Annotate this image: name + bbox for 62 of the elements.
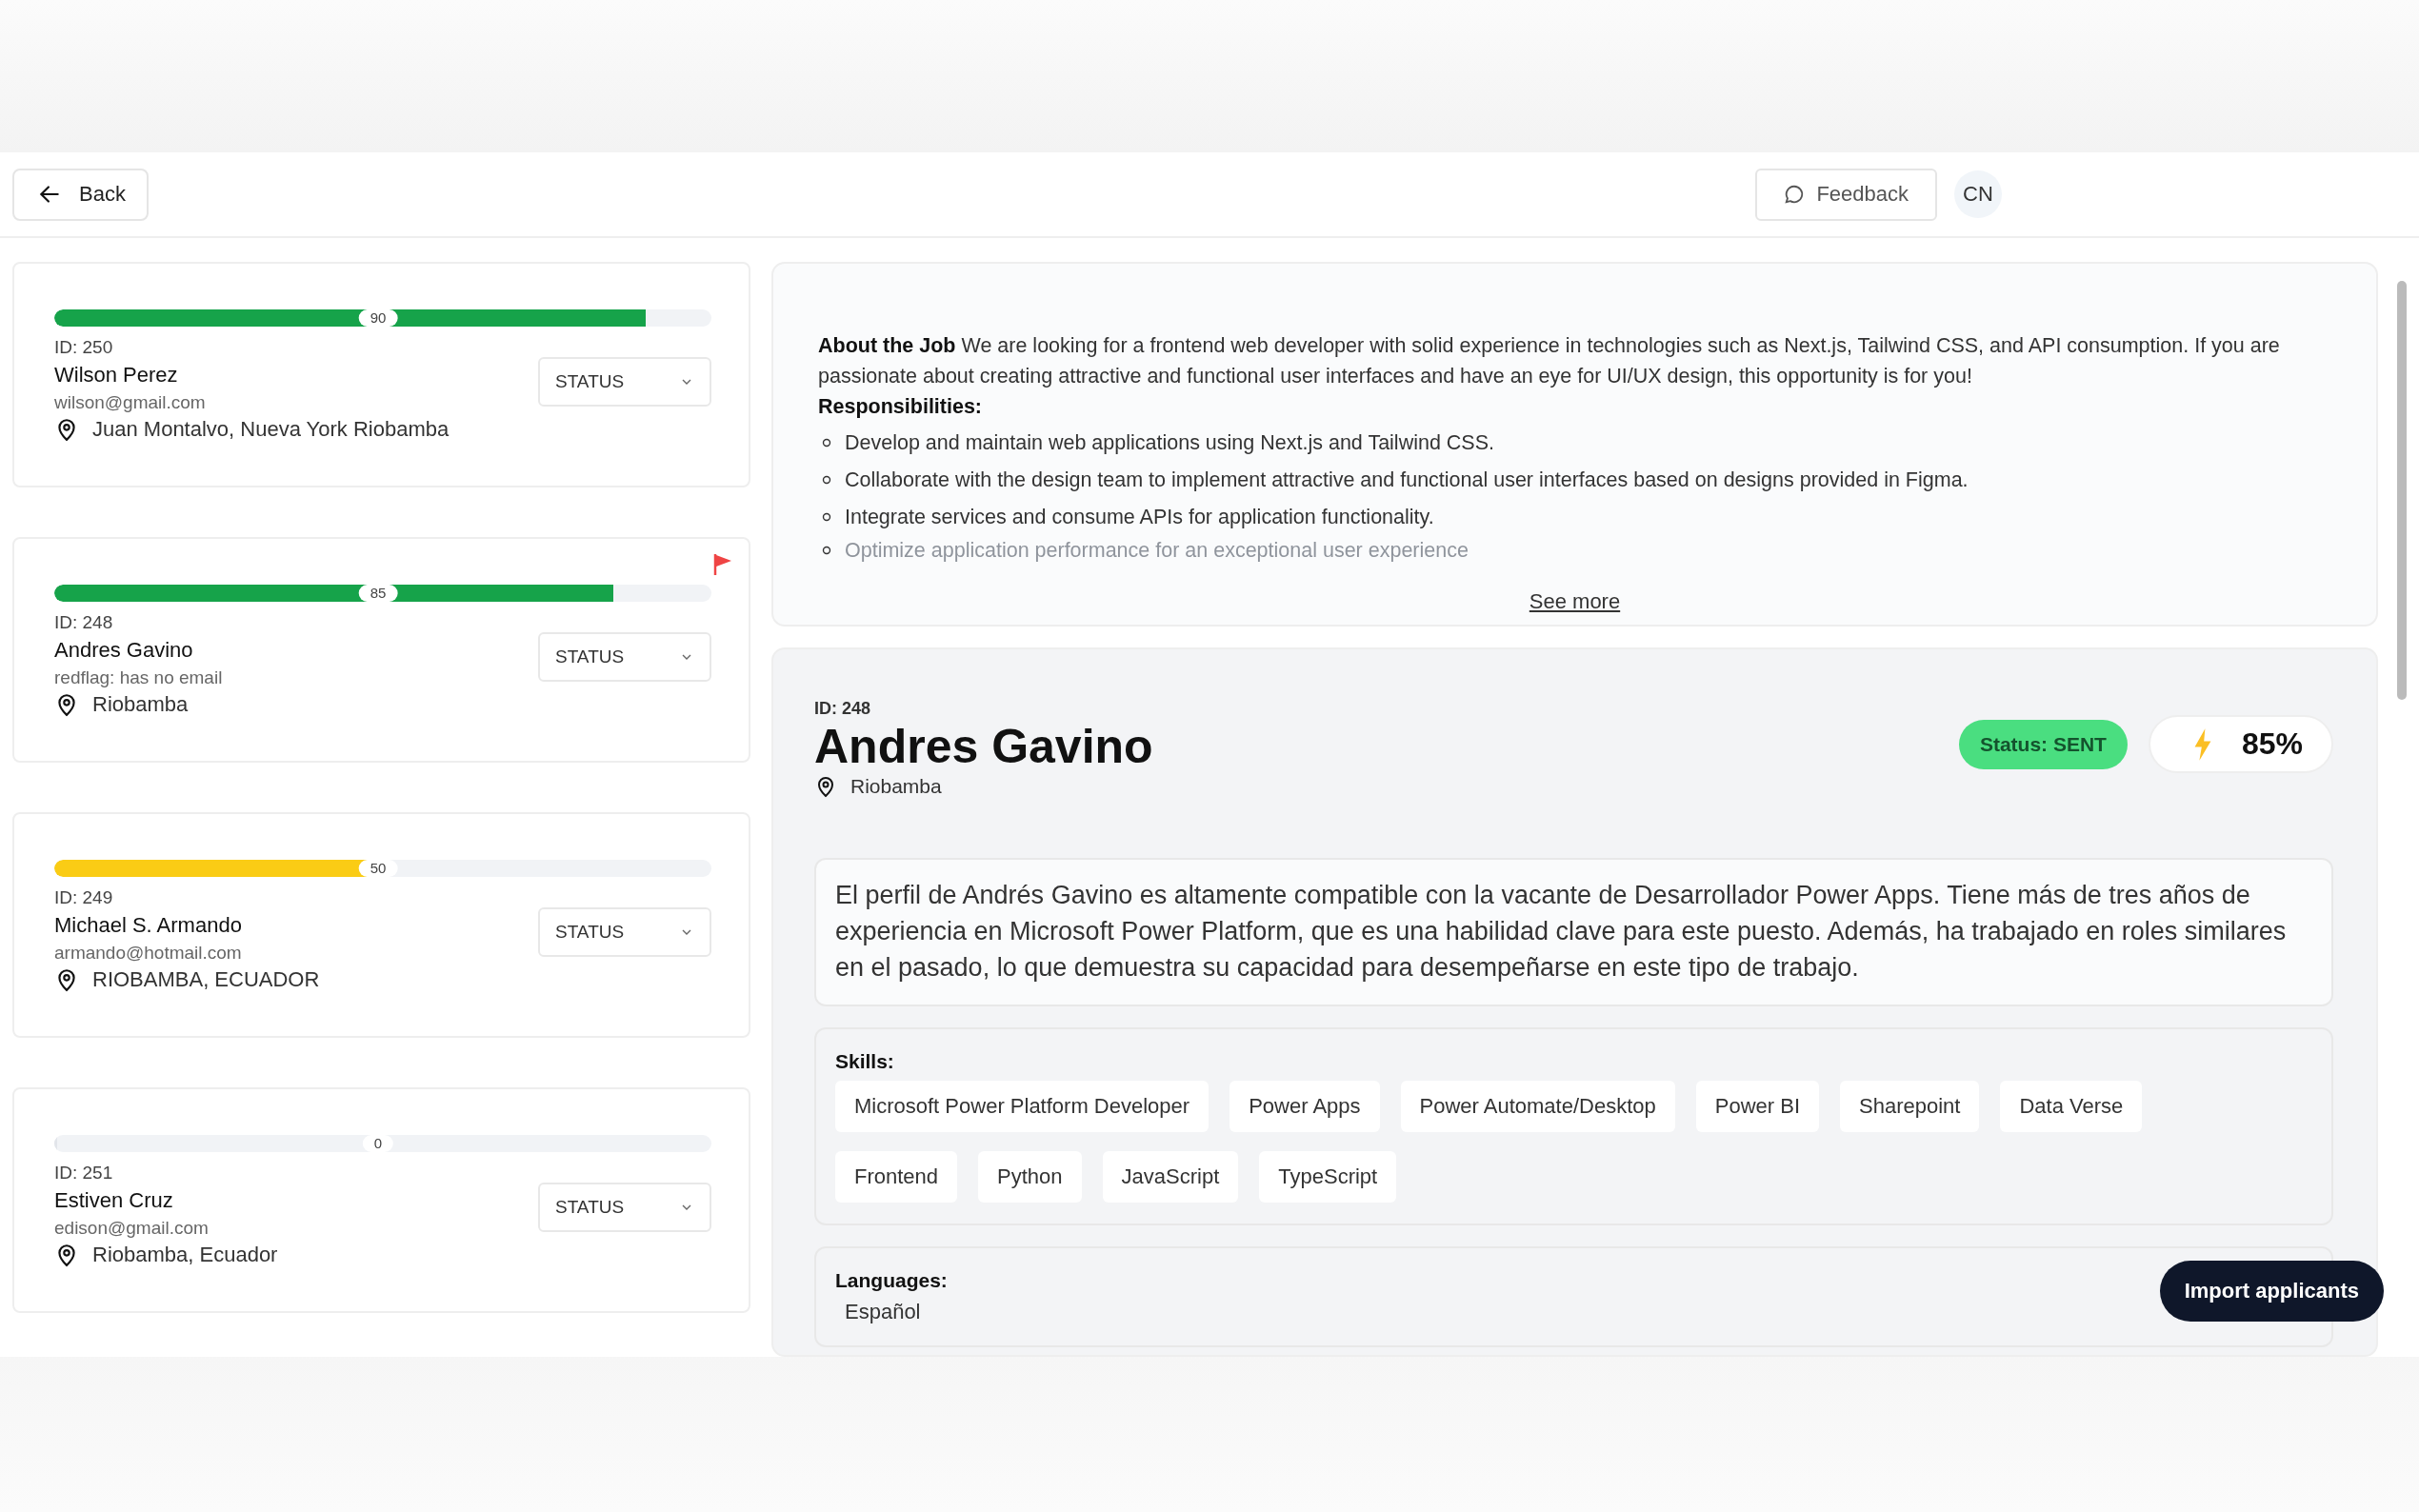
about-job-text: About the Job We are looking for a frontend web developer with solid experience in technologies such as Next.js, Tailwind CSS, and API consumption. If you are passionate about creating attractive and functional user interfaces and have an eye for UI/UX design, this opportunity is for you! — [818, 333, 2281, 389]
candidate-location: Juan Montalvo, Nueva York Riobamba — [92, 417, 450, 442]
candidate-location: RIOBAMBA, ECUADOR — [92, 967, 320, 992]
bullet-icon — [822, 475, 831, 485]
responsibilities-heading: Responsibilities: — [818, 394, 984, 420]
skill-tag: Power BI — [1695, 1081, 1820, 1133]
match-score: 85% — [2241, 726, 2303, 763]
candidate-location: Riobamba — [92, 692, 189, 717]
score-label: 0 — [362, 1135, 394, 1152]
candidate-card[interactable]: 90 ID: 250 Wilson Perez wilson@gmail.com Juan Montalvo, Nueva York Riobamba STATUS — [12, 262, 750, 487]
candidate-location: Riobamba, Ecuador — [92, 1243, 278, 1267]
bullet-icon — [822, 438, 831, 448]
skill-tag: TypeScript — [1259, 1151, 1397, 1204]
responsibility-item: Optimize application performance for an exceptional user experience — [845, 539, 1469, 562]
language-item: Español — [844, 1300, 921, 1325]
candidate-card[interactable]: 85 ID: 248 Andres Gavino redflag: has no email Riobamba STATUS — [12, 537, 750, 763]
candidate-email: armando@hotmail.com — [54, 942, 243, 965]
candidate-card[interactable]: 0 ID: 251 Estiven Cruz edison@gmail.com Riobamba, Ecuador STATUS — [12, 1087, 750, 1313]
skill-tag: Microsoft Power Platform Developer — [835, 1081, 1210, 1133]
responsibility-item: Develop and maintain web applications using Next.js and Tailwind CSS. — [845, 430, 1495, 456]
candidate-card[interactable]: 50 ID: 249 Michael S. Armando armando@hotmail.com RIOBAMBA, ECUADOR STATUS — [12, 812, 750, 1038]
candidate-summary: El perfil de Andrés Gavino es altamente compatible con la vacante de Desarrollador Power Apps. Tiene más de tres años de experiencia en Microsoft Power Platform, que es una habilidad clave para este puesto. Además, ha trabajado en roles similares en el pasado, lo que demuestra su capacidad para desempeñarse en este tipo de trabajo. — [814, 858, 2333, 1007]
candidate-email: redflag: has no email — [54, 666, 223, 689]
status-badge: Status: SENT — [1958, 719, 2128, 769]
skill-tag: Power Apps — [1229, 1081, 1380, 1133]
score-label: 50 — [358, 860, 398, 877]
status-dropdown[interactable]: STATUS — [538, 1183, 711, 1232]
status-dropdown[interactable]: STATUS — [538, 357, 711, 407]
chat-bubble-icon — [1784, 184, 1806, 205]
candidate-email: wilson@gmail.com — [54, 391, 207, 414]
candidate-email: edison@gmail.com — [54, 1217, 210, 1240]
candidate-name: Andres Gavino — [814, 719, 1153, 775]
feedback-button[interactable]: Feedback — [1755, 168, 1937, 221]
candidate-name: Wilson Perez — [54, 362, 179, 388]
skills-heading: Skills: — [835, 1050, 895, 1074]
candidate-id: ID: 248 — [54, 611, 114, 634]
user-avatar[interactable]: CN — [1954, 170, 2002, 218]
skill-tag: Sharepoint — [1840, 1081, 1980, 1133]
candidate-id: ID: 248 — [814, 699, 872, 720]
back-button[interactable]: Back — [12, 168, 149, 221]
status-dropdown[interactable]: STATUS — [538, 907, 711, 957]
responsibility-item: Collaborate with the design team to implement attractive and functional user interfaces based on designs provided in Figma. — [845, 468, 1969, 493]
score-label: 85 — [358, 585, 398, 602]
candidate-name: Michael S. Armando — [54, 912, 243, 939]
bullet-icon — [822, 512, 831, 522]
import-applicants-button[interactable]: Import applicants — [2159, 1261, 2384, 1322]
skill-tag: Data Verse — [2000, 1081, 2143, 1133]
candidate-name: Andres Gavino — [54, 637, 194, 664]
status-dropdown[interactable]: STATUS — [538, 632, 711, 682]
skill-tag: Python — [978, 1151, 1082, 1204]
responsibility-item: Integrate services and consume APIs for application functionality. — [845, 505, 1434, 530]
skill-tag: Frontend — [835, 1151, 958, 1204]
candidate-id: ID: 251 — [54, 1162, 114, 1184]
candidate-name: Estiven Cruz — [54, 1187, 174, 1214]
see-more-link[interactable]: See more — [1529, 589, 1621, 614]
bullet-icon — [822, 546, 831, 555]
candidate-location: Riobamba — [850, 775, 942, 799]
score-label: 90 — [358, 309, 398, 327]
candidate-id: ID: 249 — [54, 886, 114, 909]
candidate-id: ID: 250 — [54, 336, 114, 359]
skill-tag: JavaScript — [1102, 1151, 1239, 1204]
skill-tag: Power Automate/Desktop — [1400, 1081, 1675, 1133]
